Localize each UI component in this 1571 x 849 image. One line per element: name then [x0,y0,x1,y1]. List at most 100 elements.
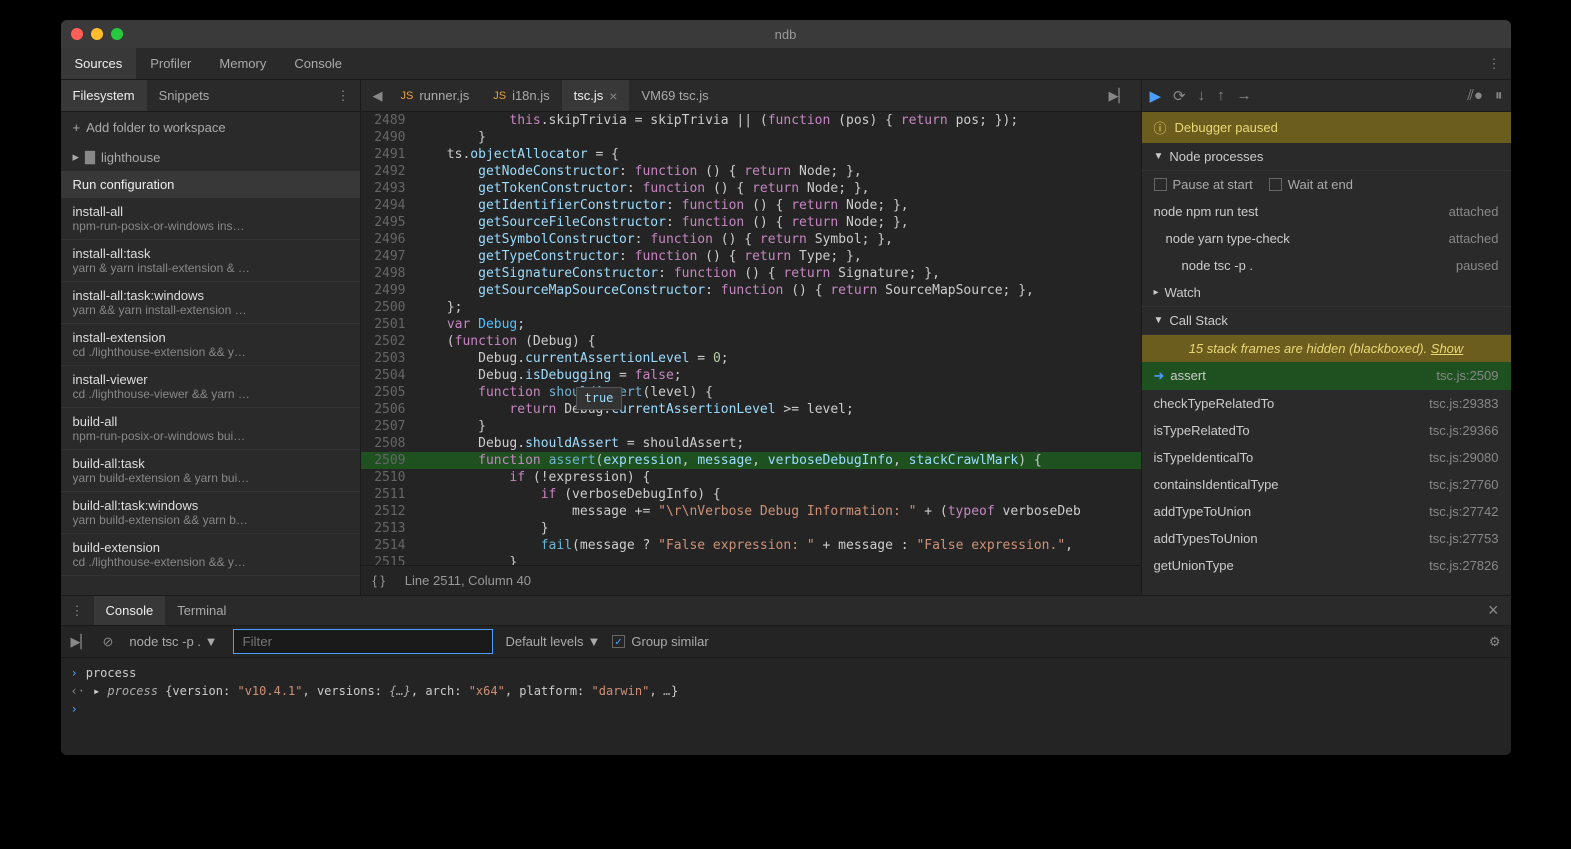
clear-console-button[interactable]: ⊘ [103,634,114,650]
stack-frame[interactable]: getUnionTypetsc.js:27826 [1142,552,1511,579]
code-line[interactable]: 2494 getIdentifierConstructor: function … [361,197,1141,214]
tree-item-lighthouse[interactable]: ▸ ▇ lighthouse [61,143,360,171]
main-tab-console[interactable]: Console [280,48,356,79]
chevron-right-icon: ▸ [73,149,80,165]
maximize-window-button[interactable] [111,28,123,40]
process-item[interactable]: node tsc -p .paused [1142,252,1511,279]
code-line[interactable]: 2491 ts.objectAllocator = { [361,146,1141,163]
code-line[interactable]: 2498 getSignatureConstructor: function (… [361,265,1141,282]
show-blackboxed-link[interactable]: Show [1431,341,1464,356]
resume-button[interactable]: ▶ [1150,87,1162,105]
left-panel: Filesystem Snippets ⋮ + Add folder to wo… [61,80,361,595]
step-button[interactable]: → [1237,87,1252,104]
script-item[interactable]: install-all:task:windowsyarn && yarn ins… [61,282,360,324]
console-filter-input[interactable] [233,629,493,654]
file-tab[interactable]: JSrunner.js [389,80,482,111]
close-drawer-button[interactable]: × [1476,600,1511,621]
code-line[interactable]: 2490 } [361,129,1141,146]
code-line[interactable]: 2512 message += "\r\nVerbose Debug Infor… [361,503,1141,520]
file-tab[interactable]: JSi18n.js [481,80,561,111]
watch-header[interactable]: ▸ Watch [1142,279,1511,307]
process-item[interactable]: node npm run testattached [1142,198,1511,225]
nav-back-button[interactable]: ◀ [367,88,389,104]
execution-context-icon[interactable]: ▶▏ [71,634,91,650]
script-item[interactable]: install-extensioncd ./lighthouse-extensi… [61,324,360,366]
code-line[interactable]: 2508 Debug.shouldAssert = shouldAssert; [361,435,1141,452]
code-line[interactable]: 2505 function shouldAssert(level) { [361,384,1141,401]
code-line[interactable]: 2495 getSourceFileConstructor: function … [361,214,1141,231]
close-window-button[interactable] [71,28,83,40]
filesystem-tabs: Filesystem Snippets ⋮ [61,80,360,112]
stack-frame[interactable]: isTypeRelatedTotsc.js:29366 [1142,417,1511,444]
code-line[interactable]: 2501 var Debug; [361,316,1141,333]
script-item[interactable]: install-allnpm-run-posix-or-windows ins… [61,198,360,240]
script-item[interactable]: build-all:task:windowsyarn build-extensi… [61,492,360,534]
code-line[interactable]: 2515 } [361,554,1141,565]
close-tab-icon[interactable]: × [609,88,617,104]
code-line[interactable]: 2510 if (!expression) { [361,469,1141,486]
step-over-button[interactable]: ⟳ [1173,87,1186,105]
script-item[interactable]: build-all:taskyarn build-extension & yar… [61,450,360,492]
group-similar-checkbox[interactable]: Group similar [612,634,708,649]
code-editor[interactable]: true 2489 this.skipTrivia = skipTrivia |… [361,112,1141,565]
file-tab[interactable]: VM69 tsc.js [629,80,720,111]
stack-frame[interactable]: isTypeIdenticalTotsc.js:29080 [1142,444,1511,471]
code-line[interactable]: 2500 }; [361,299,1141,316]
log-levels-selector[interactable]: Default levels ▼ [505,634,600,649]
main-menu-icon[interactable]: ⋮ [1478,56,1511,72]
code-line[interactable]: 2509 function assert(expression, message… [361,452,1141,469]
code-line[interactable]: 2502 (function (Debug) { [361,333,1141,350]
main-tab-memory[interactable]: Memory [205,48,280,79]
process-item[interactable]: node yarn type-checkattached [1142,225,1511,252]
hover-tooltip: true [576,387,623,410]
main-tab-sources[interactable]: Sources [61,48,137,79]
stack-frame[interactable]: addTypesToUniontsc.js:27753 [1142,525,1511,552]
script-item[interactable]: build-extensioncd ./lighthouse-extension… [61,534,360,576]
script-item[interactable]: install-viewercd ./lighthouse-viewer && … [61,366,360,408]
format-icon[interactable]: { } [373,573,385,588]
file-tab[interactable]: tsc.js× [562,80,630,111]
main-tab-profiler[interactable]: Profiler [136,48,205,79]
code-line[interactable]: 2511 if (verboseDebugInfo) { [361,486,1141,503]
code-line[interactable]: 2503 Debug.currentAssertionLevel = 0; [361,350,1141,367]
code-line[interactable]: 2489 this.skipTrivia = skipTrivia || (fu… [361,112,1141,129]
code-line[interactable]: 2492 getNodeConstructor: function () { r… [361,163,1141,180]
deactivate-breakpoints-button[interactable]: ⫽● [1467,87,1483,104]
editor-status-bar: { } Line 2511, Column 40 [361,565,1141,595]
pause-exceptions-button[interactable]: ⏸ [1495,87,1503,104]
wait-at-end-checkbox[interactable]: Wait at end [1269,177,1353,192]
script-item[interactable]: build-allnpm-run-posix-or-windows bui… [61,408,360,450]
script-item[interactable]: install-all:taskyarn & yarn install-exte… [61,240,360,282]
call-stack-header[interactable]: ▼ Call Stack [1142,307,1511,335]
code-line[interactable]: 2493 getTokenConstructor: function () { … [361,180,1141,197]
stack-frame[interactable]: checkTypeRelatedTotsc.js:29383 [1142,390,1511,417]
drawer-menu-icon[interactable]: ⋮ [61,603,94,619]
code-line[interactable]: 2507 } [361,418,1141,435]
stack-frame[interactable]: containsIdenticalTypetsc.js:27760 [1142,471,1511,498]
console-settings-button[interactable]: ⚙ [1489,634,1501,650]
node-processes-header[interactable]: ▼ Node processes [1142,143,1511,171]
stack-frame[interactable]: ➜asserttsc.js:2509 [1142,362,1511,390]
code-line[interactable]: 2506 return Debug.currentAssertionLevel … [361,401,1141,418]
code-line[interactable]: 2496 getSymbolConstructor: function () {… [361,231,1141,248]
js-file-icon: JS [493,90,506,102]
code-line[interactable]: 2499 getSourceMapSourceConstructor: func… [361,282,1141,299]
add-folder-button[interactable]: + Add folder to workspace [61,112,360,143]
drawer-tab-terminal[interactable]: Terminal [165,596,238,625]
minimize-window-button[interactable] [91,28,103,40]
drawer-tab-console[interactable]: Console [94,596,166,625]
tab-filesystem[interactable]: Filesystem [61,80,147,111]
pause-at-start-checkbox[interactable]: Pause at start [1154,177,1253,192]
step-out-button[interactable]: ↑ [1217,87,1225,104]
context-selector[interactable]: node tsc -p . ▼ [125,630,221,653]
step-into-button[interactable]: ↓ [1198,87,1206,104]
filesystem-menu-icon[interactable]: ⋮ [327,88,360,104]
code-line[interactable]: 2504 Debug.isDebugging = false; [361,367,1141,384]
stack-frame[interactable]: addTypeToUniontsc.js:27742 [1142,498,1511,525]
console-output[interactable]: ›process‹·▸ process {version: "v10.4.1",… [61,658,1511,755]
code-line[interactable]: 2513 } [361,520,1141,537]
code-line[interactable]: 2514 fail(message ? "False expression: "… [361,537,1141,554]
code-line[interactable]: 2497 getTypeConstructor: function () { r… [361,248,1141,265]
tab-snippets[interactable]: Snippets [147,80,222,111]
show-navigator-button[interactable]: ▶▏ [1103,88,1135,104]
